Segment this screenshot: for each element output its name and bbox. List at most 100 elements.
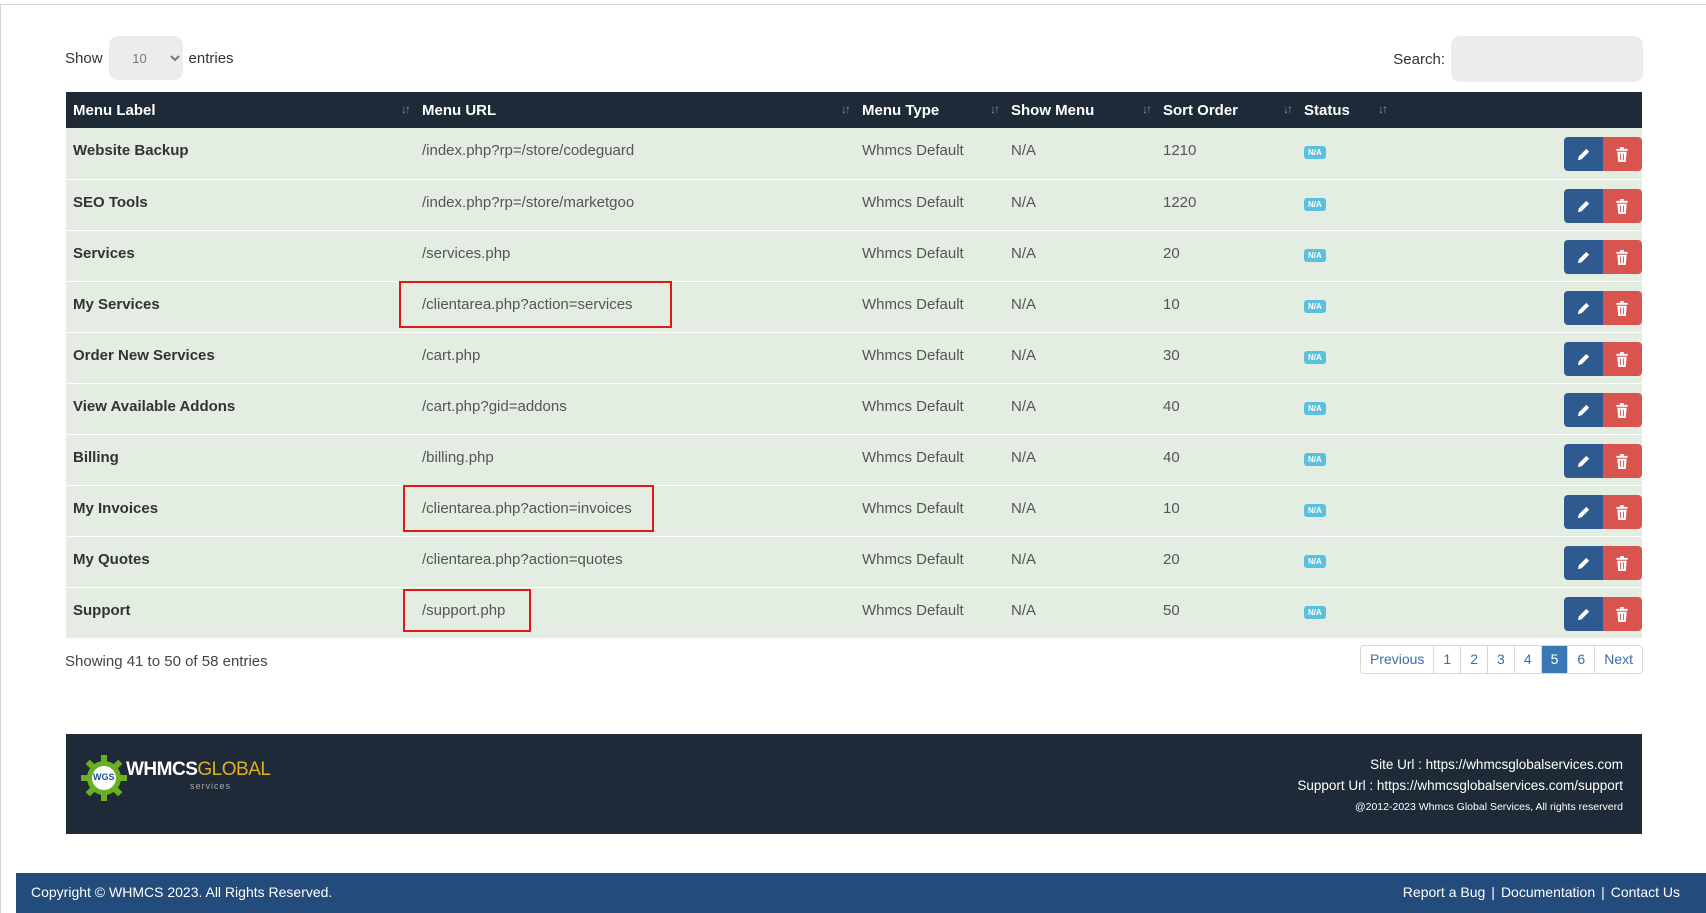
actions-cell [1392,587,1642,638]
delete-button[interactable] [1603,545,1642,580]
col-status[interactable]: Status ↓↑ [1297,92,1392,128]
status-badge: N/A [1304,248,1326,262]
sort-order-cell: 40 [1163,397,1180,415]
show-menu-cell: N/A [1011,244,1037,262]
menu-label-cell: My Services [73,295,160,313]
trash-icon [1616,351,1628,367]
status-cell: N/A [1297,128,1392,179]
sort-icon: ↓↑ [401,102,411,116]
delete-button[interactable] [1603,137,1642,171]
menu-url-cell: /services.php [415,230,855,281]
search-label: Search: [1393,50,1445,68]
menu-url-text: /services.php [422,244,511,262]
menu-url-cell: /cart.php?gid=addons [415,383,855,434]
col-show-menu[interactable]: Show Menu ↓↑ [1004,92,1156,128]
delete-button[interactable] [1603,596,1642,631]
table-info: Showing 41 to 50 of 58 entries [65,653,268,670]
edit-button[interactable] [1564,239,1603,274]
left-divider [0,4,1,913]
sort-order-cell: 20 [1163,244,1180,262]
table-header-row: Menu Label ↓↑ Menu URL ↓↑ Menu Type ↓↑ Show… [66,92,1642,128]
sort-icon: ↓↑ [1283,102,1293,116]
table-row: My Services /clientarea.php?action=servi… [66,280,1642,332]
pagination-page-4[interactable]: 4 [1513,646,1541,673]
actions-cell [1392,230,1642,281]
pagination-next[interactable]: Next [1594,646,1642,673]
menu-label-cell: Support [73,601,131,619]
menu-url-cell: /clientarea.php?action=quotes [415,536,855,587]
pencil-icon [1577,455,1590,467]
menu-type-cell: Whmcs Default [862,499,964,517]
table-body: Website Backup /index.php?rp=/store/code… [66,128,1642,638]
status-cell: N/A [1297,281,1392,332]
delete-button[interactable] [1603,392,1642,427]
show-menu-cell: N/A [1011,550,1037,568]
delete-button[interactable] [1603,494,1642,529]
pagination-page-1[interactable]: 1 [1433,646,1461,673]
sort-order-cell: 40 [1163,448,1180,466]
menu-type-cell: Whmcs Default [862,142,964,159]
col-sort-order[interactable]: Sort Order ↓↑ [1156,92,1297,128]
col-menu-label[interactable]: Menu Label ↓↑ [66,92,415,128]
actions-cell [1392,128,1642,179]
delete-button[interactable] [1603,443,1642,478]
delete-button[interactable] [1603,188,1642,223]
show-menu-cell: N/A [1011,499,1037,517]
sort-icon: ↓↑ [1378,102,1388,116]
sort-order-cell: 50 [1163,601,1180,619]
wgs-logo: WGS WHMCSGLOBAL services [80,754,271,802]
col-menu-url[interactable]: Menu URL ↓↑ [415,92,855,128]
menu-label-cell: My Invoices [73,499,159,517]
status-badge: N/A [1304,605,1326,619]
pagination-page-6[interactable]: 6 [1567,646,1595,673]
pagination-page-3[interactable]: 3 [1487,646,1514,673]
report-bug-link[interactable]: Report a Bug [1403,884,1486,900]
contact-us-link[interactable]: Contact Us [1611,884,1680,900]
pagination-previous[interactable]: Previous [1360,646,1434,673]
pencil-icon [1577,404,1590,416]
edit-button[interactable] [1564,137,1603,171]
table-row: Order New Services /cart.php Whmcs Defau… [66,332,1642,383]
pencil-icon [1577,148,1590,161]
menu-label-cell: My Quotes [73,550,150,568]
edit-button[interactable] [1564,341,1603,376]
table-row: SEO Tools /index.php?rp=/store/marketgoo… [66,179,1642,230]
trash-icon [1616,300,1628,316]
actions-cell [1392,332,1642,383]
status-badge: N/A [1304,350,1326,364]
footer-copyright: @2012-2023 Whmcs Global Services, All ri… [1354,801,1623,813]
entries-select[interactable]: 10 [108,36,183,80]
col-menu-type[interactable]: Menu Type ↓↑ [855,92,1004,128]
edit-button[interactable] [1564,290,1603,325]
menu-url-text: /clientarea.php?action=invoices [403,484,654,532]
trash-icon [1616,249,1628,265]
search-input[interactable] [1451,36,1643,82]
addon-footer: WGS WHMCSGLOBAL services Site Url : http… [66,734,1642,834]
edit-button[interactable] [1564,545,1603,580]
pencil-icon [1577,200,1590,212]
edit-button[interactable] [1564,596,1603,631]
status-cell: N/A [1297,230,1392,281]
documentation-link[interactable]: Documentation [1501,884,1595,900]
pagination-page-2[interactable]: 2 [1460,646,1488,673]
table-row: My Quotes /clientarea.php?action=quotes … [66,536,1642,587]
pagination-page-5[interactable]: 5 [1540,646,1568,673]
delete-button[interactable] [1603,341,1642,376]
delete-button[interactable] [1603,290,1642,325]
sort-order-cell: 20 [1163,550,1180,568]
table-row: Support /support.php Whmcs Default N/A 5… [66,587,1642,638]
edit-button[interactable] [1564,443,1603,478]
show-menu-cell: N/A [1011,346,1037,364]
show-menu-cell: N/A [1011,448,1037,466]
status-cell: N/A [1297,485,1392,536]
menu-url-cell: /clientarea.php?action=services [399,280,855,332]
status-badge: N/A [1304,503,1326,517]
edit-button[interactable] [1564,188,1603,223]
page-copyright: Copyright © WHMCS 2023. All Rights Reser… [31,884,333,900]
edit-button[interactable] [1564,392,1603,427]
menu-type-cell: Whmcs Default [862,193,964,211]
menu-label-cell: View Available Addons [73,397,236,415]
menu-type-cell: Whmcs Default [862,295,964,313]
edit-button[interactable] [1564,494,1603,529]
delete-button[interactable] [1603,239,1642,274]
